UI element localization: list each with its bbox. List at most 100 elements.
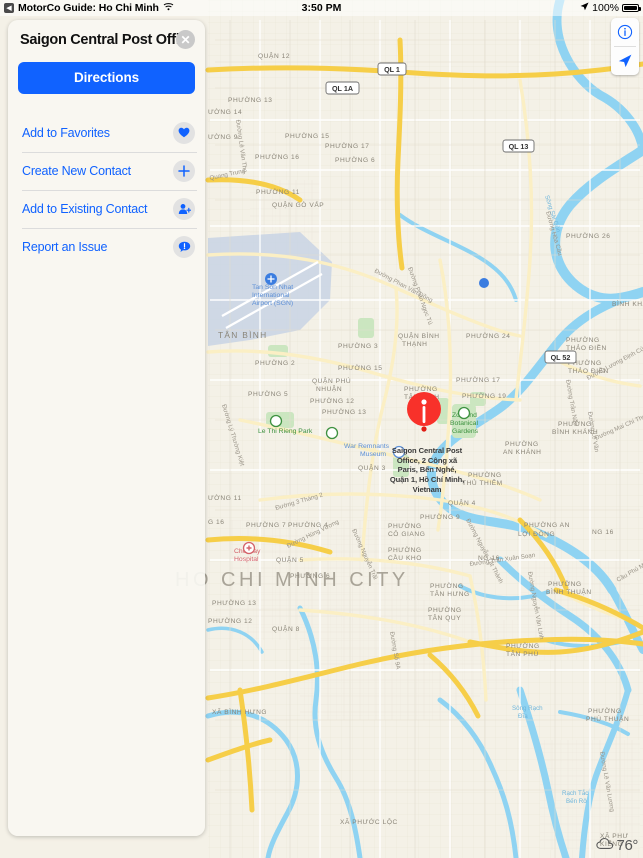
page-title: Saigon Central Post Offic... [20,32,193,48]
svg-text:Đường Nguyễn Tất Thành: Đường Nguyễn Tất Thành [464,518,504,586]
svg-text:PHƯỜNG 9: PHƯỜNG 9 [420,512,460,521]
svg-text:THẠNH: THẠNH [402,341,427,348]
svg-text:NG 16: NG 16 [592,529,614,536]
svg-text:Botanical: Botanical [450,420,478,427]
action-row-add-to-existing-contact[interactable]: Add to Existing Contact [8,189,205,228]
action-label: Add to Existing Contact [22,201,148,216]
battery-full-icon [622,4,641,12]
svg-text:PHƯỜNG 13: PHƯỜNG 13 [212,598,256,607]
svg-text:PHƯỜNG: PHƯỜNG [588,706,622,715]
weather-widget[interactable]: 76° [595,837,639,854]
svg-text:PHƯỜNG 11: PHƯỜNG 11 [256,187,300,196]
svg-text:TÂN PHÚ: TÂN PHÚ [506,649,539,658]
svg-text:Museum: Museum [360,451,386,458]
svg-text:CÔ GIANG: CÔ GIANG [388,529,425,538]
svg-text:International: International [252,292,290,299]
svg-text:Quang Trung: Quang Trung [209,167,246,181]
svg-text:PHÚ THUẬN: PHÚ THUẬN [586,714,629,723]
svg-text:QL 1: QL 1 [384,65,400,74]
svg-text:Đường 3 Tháng 2: Đường 3 Tháng 2 [275,492,325,512]
svg-text:Airport (SGN): Airport (SGN) [252,300,293,307]
map-controls [611,18,639,75]
svg-text:QUẬN PHÚ: QUẬN PHÚ [312,376,351,385]
action-label: Create New Contact [22,163,131,178]
svg-text:PHƯỜNG 17: PHƯỜNG 17 [456,375,500,384]
map-pin-label: Saigon Central Post Office, 2 Công xã Pa… [389,446,465,494]
svg-text:War Remnants: War Remnants [344,443,390,450]
svg-text:PHƯỜNG 3: PHƯỜNG 3 [338,341,378,350]
status-bar: ◀ MotorCo Guide: Ho Chi Minh 3:50 PM 100… [0,0,643,16]
svg-text:XÃ PHƯỚC LỘC: XÃ PHƯỚC LỘC [340,817,398,826]
back-chevron-icon[interactable]: ◀ [4,3,14,13]
svg-text:PHƯỜNG 2: PHƯỜNG 2 [255,358,295,367]
svg-text:Cầu Phú Mỹ: Cầu Phú Mỹ [616,560,643,584]
svg-text:PHƯỜNG 24: PHƯỜNG 24 [466,331,510,340]
action-label: Report an Issue [22,239,108,254]
svg-text:Đường Số 9A: Đường Số 9A [388,631,402,671]
svg-text:PHƯỜNG: PHƯỜNG [428,605,462,614]
action-label: Add to Favorites [22,125,110,140]
svg-text:G 16: G 16 [208,519,225,526]
svg-text:XÃ BÌNH HƯNG: XÃ BÌNH HƯNG [212,707,267,716]
svg-text:THỦ THIÊM: THỦ THIÊM [462,478,503,487]
svg-text:ƯỜNG 14: ƯỜNG 14 [208,107,242,116]
location-arrow-icon[interactable] [611,47,639,75]
heart-icon [173,121,195,144]
svg-text:Rạch Tắc: Rạch Tắc [562,790,588,797]
location-arrow-icon [580,2,589,14]
svg-text:PHƯỜNG: PHƯỜNG [388,545,422,554]
svg-text:Đường Lê Văn Lương: Đường Lê Văn Lương [598,751,616,813]
battery-percent: 100% [592,2,619,14]
svg-text:PHƯỜNG 17: PHƯỜNG 17 [325,141,369,150]
svg-text:PHƯỜNG 6: PHƯỜNG 6 [335,155,375,164]
action-row-report-an-issue[interactable]: Report an Issue [8,227,205,266]
svg-text:PHƯỜNG: PHƯỜNG [566,335,600,344]
person-add-icon [173,197,195,220]
svg-text:AN KHÁNH: AN KHÁNH [503,447,541,456]
info-circle-icon[interactable] [611,18,639,46]
svg-text:BÌNH KHÁNH: BÌNH KHÁNH [612,299,643,308]
svg-text:QUẬN GÒ VẤP: QUẬN GÒ VẤP [272,199,324,209]
svg-text:PHƯỜNG 16: PHƯỜNG 16 [255,152,299,161]
map-pin-marker[interactable] [406,391,442,442]
svg-text:PHƯỜNG: PHƯỜNG [388,521,422,530]
svg-text:PHƯỜNG 12: PHƯỜNG 12 [208,616,252,625]
speech-bubble-exclamation-icon [173,235,195,258]
svg-text:PHƯỜNG: PHƯỜNG [468,470,502,479]
svg-text:LỢI ĐÔNG: LỢI ĐÔNG [518,529,555,538]
svg-text:Sông Rạch: Sông Rạch [512,705,543,712]
svg-text:PHƯỜNG AN: PHƯỜNG AN [524,520,570,529]
svg-text:PHƯỜNG 5: PHƯỜNG 5 [248,389,288,398]
directions-button[interactable]: Directions [18,61,195,94]
svg-text:PHƯỜNG 26: PHƯỜNG 26 [566,231,610,240]
action-list: Add to Favorites Create New Contact Add … [8,114,205,266]
svg-text:Đường Lý Thường Kiệt: Đường Lý Thường Kiệt [220,404,246,468]
svg-text:ƯỜNG 9: ƯỜNG 9 [208,132,238,141]
svg-text:QL 13: QL 13 [509,142,529,151]
svg-text:Hospital: Hospital [234,556,259,563]
action-row-add-to-favorites[interactable]: Add to Favorites [8,114,205,152]
svg-text:Bến Rô: Bến Rô [566,798,587,805]
svg-text:Le Thi Rieng Park: Le Thi Rieng Park [258,428,313,435]
svg-text:Đường Lê Văn Thọ: Đường Lê Văn Thọ [234,119,248,173]
wifi-icon [163,2,174,14]
svg-text:QL 52: QL 52 [551,353,571,362]
svg-text:PHƯỜNG: PHƯỜNG [506,641,540,650]
svg-text:PHƯỜNG 15: PHƯỜNG 15 [285,131,329,140]
road-shields: QL 1 QL 1A QL 13 QL 52 [325,62,577,364]
svg-text:TÂN HƯNG: TÂN HƯNG [430,589,470,598]
svg-text:PHƯỜNG 19: PHƯỜNG 19 [462,391,506,400]
svg-text:QUẬN 8: QUẬN 8 [272,624,300,633]
svg-text:QUẬN 3: QUẬN 3 [358,463,386,472]
close-icon[interactable]: ✕ [176,30,195,49]
svg-text:PHƯỜNG 6: PHƯỜNG 6 [290,571,330,580]
svg-text:Đường Nguyễn Văn Linh: Đường Nguyễn Văn Linh [526,571,545,640]
svg-text:ƯỜNG 11: ƯỜNG 11 [208,493,242,502]
svg-text:PHƯỜNG 7: PHƯỜNG 7 [246,520,286,529]
panel-header: Saigon Central Post Offic... ✕ [8,20,205,49]
svg-text:TÂN BÌNH: TÂN BÌNH [218,330,268,340]
action-row-create-new-contact[interactable]: Create New Contact [8,151,205,190]
svg-text:QUẬN BÌNH: QUẬN BÌNH [398,331,440,340]
weather-temperature: 76° [616,837,639,854]
plus-icon [173,159,195,182]
